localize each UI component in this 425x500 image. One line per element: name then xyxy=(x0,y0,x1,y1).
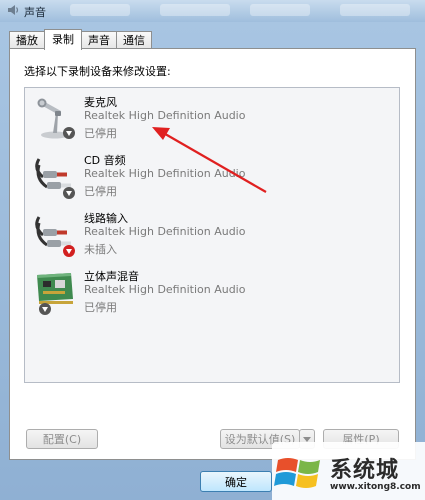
title-bar[interactable]: 声音 xyxy=(0,0,425,22)
tab-strip: 播放 录制 声音 通信 xyxy=(9,27,152,50)
watermark-text: 系统城 xyxy=(330,457,400,483)
device-name: 线路输入 xyxy=(84,212,128,225)
disabled-arrow-icon xyxy=(63,187,75,199)
device-driver: Realtek High Definition Audio xyxy=(84,225,246,238)
title-reflection xyxy=(70,4,130,16)
tab-sounds[interactable]: 声音 xyxy=(81,31,117,49)
device-driver: Realtek High Definition Audio xyxy=(84,167,246,180)
device-status: 已停用 xyxy=(84,185,117,198)
tab-recording[interactable]: 录制 xyxy=(44,29,82,50)
device-driver: Realtek High Definition Audio xyxy=(84,283,246,296)
sound-dialog-window: 声音 播放 录制 声音 通信 选择以下录制设备来修改设置: 麦克风 Realte… xyxy=(0,0,425,500)
rca-cable-icon xyxy=(35,158,75,199)
device-status: 已停用 xyxy=(84,127,117,140)
disabled-arrow-icon xyxy=(63,127,75,139)
device-driver: Realtek High Definition Audio xyxy=(84,109,246,122)
list-item-stereo-mix[interactable]: 立体声混音 Realtek High Definition Audio 已停用 xyxy=(25,262,399,320)
window-title: 声音 xyxy=(24,6,46,19)
configure-button[interactable]: 配置(C) xyxy=(26,429,98,449)
list-item-cd-audio[interactable]: CD 音频 Realtek High Definition Audio 已停用 xyxy=(25,146,399,204)
tab-communications[interactable]: 通信 xyxy=(116,31,152,49)
device-status: 未插入 xyxy=(84,243,117,256)
list-item-line-in[interactable]: 线路输入 Realtek High Definition Audio 未插入 xyxy=(25,204,399,262)
title-reflection xyxy=(340,4,410,16)
title-reflection xyxy=(250,4,310,16)
device-list[interactable]: 麦克风 Realtek High Definition Audio 已停用 CD… xyxy=(24,87,400,383)
list-item-microphone[interactable]: 麦克风 Realtek High Definition Audio 已停用 xyxy=(25,88,399,146)
rca-cable-icon xyxy=(35,216,75,257)
device-name: 立体声混音 xyxy=(84,270,139,283)
sound-card-icon xyxy=(37,273,73,315)
instruction-text: 选择以下录制设备来修改设置: xyxy=(24,65,171,78)
device-name: CD 音频 xyxy=(84,154,126,167)
tab-playback[interactable]: 播放 xyxy=(9,31,45,49)
unplugged-arrow-icon xyxy=(63,245,75,257)
microphone-icon xyxy=(37,98,75,139)
title-reflection xyxy=(160,4,230,16)
device-name: 麦克风 xyxy=(84,96,117,109)
device-status: 已停用 xyxy=(84,301,117,314)
watermark-url: www.xitong8.com xyxy=(330,482,421,492)
disabled-arrow-icon xyxy=(39,303,51,315)
recording-panel: 选择以下录制设备来修改设置: 麦克风 Realtek High Definiti… xyxy=(9,48,416,460)
ok-button[interactable]: 确定 xyxy=(200,471,272,492)
windows-logo-icon xyxy=(274,458,320,488)
speaker-icon xyxy=(8,5,19,15)
